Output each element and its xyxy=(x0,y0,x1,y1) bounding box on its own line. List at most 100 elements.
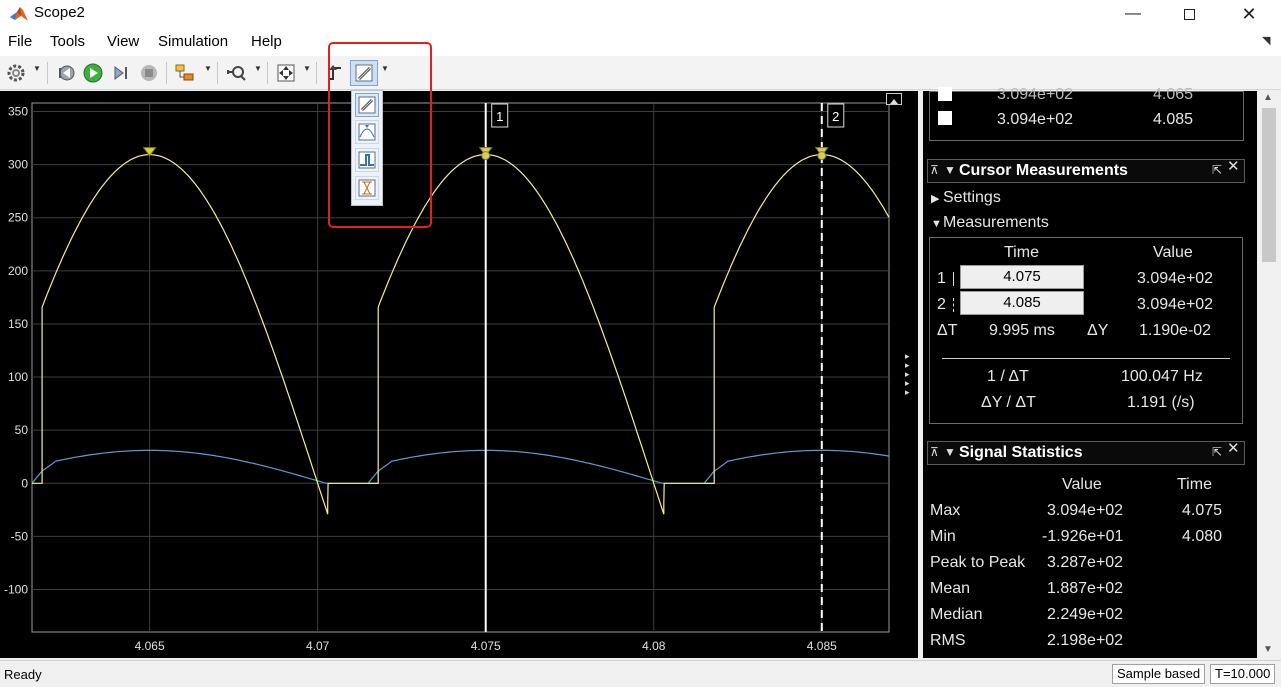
expand-panels-icon[interactable]: ▸ ▸ ▸ ▸ ▸ xyxy=(905,352,915,402)
cursor-2-time-field[interactable]: 4.085 xyxy=(960,291,1084,315)
y-tick-label: 350 xyxy=(8,104,28,118)
close-button[interactable]: ✕ xyxy=(1226,0,1272,28)
pin-icon[interactable]: ⊼ xyxy=(930,163,939,177)
scope-plot[interactable]: 350 300 250 200 150 100 50 0 -50 -100 4.065 4.07 4.… xyxy=(0,91,918,658)
legend-swatch xyxy=(938,87,952,101)
inverse-delta-t-label: 1 / ΔT xyxy=(987,368,1029,385)
cursor-1-line-icon xyxy=(953,272,954,286)
run-icon xyxy=(83,63,103,83)
scroll-down-icon[interactable]: ▼ xyxy=(1263,644,1273,655)
signal-selector-dropdown-icon[interactable]: ▼ xyxy=(204,64,212,73)
simulation-time-indicator: T=10.000 xyxy=(1210,664,1276,684)
stat-label: Peak to Peak xyxy=(930,554,1026,571)
step-back-icon xyxy=(59,65,75,81)
stat-label: Min xyxy=(930,528,956,545)
minimize-icon: — xyxy=(1125,5,1141,22)
cursor-1-time-field[interactable]: 4.075 xyxy=(960,265,1084,289)
x-tick-label: 4.075 xyxy=(471,639,501,653)
signal-selector-button[interactable] xyxy=(172,60,198,86)
collapse-panel-icon[interactable]: ▼ xyxy=(944,445,956,459)
x-tick-label: 4.07 xyxy=(306,639,330,653)
expand-settings-icon[interactable]: ▶ xyxy=(931,190,939,208)
measurements-section[interactable]: Measurements xyxy=(943,214,1049,232)
peak-list-frame xyxy=(929,91,1244,141)
peak-time: 4.085 xyxy=(1153,111,1194,128)
settings-section[interactable]: Settings xyxy=(943,189,1001,207)
cursor-label: 2 xyxy=(832,109,839,124)
status-text: Ready xyxy=(4,667,42,682)
x-tick-label: 4.08 xyxy=(642,639,666,653)
status-bar xyxy=(0,660,1281,687)
y-tick-label: 150 xyxy=(8,317,28,331)
undock-panel-icon[interactable]: ⇱ xyxy=(1212,163,1222,177)
series-line xyxy=(31,449,890,484)
configuration-dropdown-icon[interactable]: ▼ xyxy=(33,64,41,73)
toolbar-separator xyxy=(47,62,48,84)
stat-value: 2.198e+02 xyxy=(1047,632,1124,649)
y-tick-label: -50 xyxy=(11,529,29,543)
pin-icon[interactable]: ⊼ xyxy=(930,445,939,459)
peak-time: 4.065 xyxy=(1153,86,1194,103)
menu-tools[interactable]: Tools xyxy=(50,33,85,51)
configuration-button[interactable] xyxy=(4,60,28,86)
cursor-label: 1 xyxy=(496,109,503,124)
fit-to-view-button[interactable] xyxy=(274,60,298,86)
stop-button[interactable] xyxy=(137,60,161,86)
y-tick-label: 300 xyxy=(8,158,28,172)
menu-help[interactable]: Help xyxy=(251,33,282,51)
menu-file[interactable]: File xyxy=(8,33,32,51)
signal-selector-icon xyxy=(175,64,194,81)
fit-to-view-icon xyxy=(277,64,295,82)
maximize-button[interactable] xyxy=(1166,0,1212,28)
toolbar-separator xyxy=(267,62,268,84)
y-tick-label: 100 xyxy=(8,370,28,384)
highlight-box xyxy=(328,42,432,228)
cursor-1-label: 1 xyxy=(937,270,946,287)
undock-panel-icon[interactable]: ⇱ xyxy=(1212,445,1222,459)
matlab-logo-icon xyxy=(10,7,28,21)
fit-to-view-dropdown-icon[interactable]: ▼ xyxy=(303,64,311,73)
delta-t-value: 9.995 ms xyxy=(989,322,1055,339)
signal-statistics-title: Signal Statistics xyxy=(959,444,1083,461)
menu-simulation[interactable]: Simulation xyxy=(158,33,228,51)
close-panel-icon[interactable]: ✕ xyxy=(1227,441,1240,456)
maximize-icon xyxy=(1183,8,1195,20)
title-bar xyxy=(0,0,1281,28)
close-icon: ✕ xyxy=(1241,3,1257,24)
y-tick-label: 50 xyxy=(15,423,29,437)
menu-view[interactable]: View xyxy=(107,33,139,51)
y-tick-label: -100 xyxy=(4,583,28,597)
x-tick-label: 4.065 xyxy=(135,639,165,653)
collapse-toolstrip-icon[interactable]: ◥ xyxy=(1262,34,1270,47)
close-panel-icon[interactable]: ✕ xyxy=(1227,159,1240,174)
toolbar-separator xyxy=(217,62,218,84)
stat-label: Max xyxy=(930,502,961,519)
stat-value: 3.287e+02 xyxy=(1047,554,1124,571)
stop-icon xyxy=(141,65,157,81)
zoom-button[interactable] xyxy=(224,60,250,86)
y-tick-label: 200 xyxy=(8,264,28,278)
collapse-measurements-icon[interactable]: ▼ xyxy=(931,215,942,233)
minimize-button[interactable]: — xyxy=(1110,0,1156,28)
legend-swatch xyxy=(938,111,952,125)
inverse-delta-t-value: 100.047 Hz xyxy=(1121,368,1203,385)
delta-t-label: ΔT xyxy=(937,322,958,339)
step-forward-button[interactable] xyxy=(109,60,133,86)
zoom-icon xyxy=(227,66,246,81)
peak-value: 3.094e+02 xyxy=(997,86,1074,103)
scrollbar-thumb[interactable] xyxy=(1262,108,1276,262)
zoom-dropdown-icon[interactable]: ▼ xyxy=(254,64,262,73)
step-back-button[interactable] xyxy=(54,60,78,86)
gear-icon xyxy=(7,64,25,82)
collapse-panel-icon[interactable]: ▼ xyxy=(944,163,956,177)
run-button[interactable] xyxy=(81,60,105,86)
divider xyxy=(942,358,1230,359)
cursor-measurements-title: Cursor Measurements xyxy=(959,162,1128,179)
cursor-2-value: 3.094e+02 xyxy=(1137,296,1214,313)
undock-plot-icon[interactable] xyxy=(886,93,902,105)
step-forward-icon xyxy=(114,66,127,80)
cursor-1-value: 3.094e+02 xyxy=(1137,270,1214,287)
stat-value: 2.249e+02 xyxy=(1047,606,1124,623)
scroll-up-icon[interactable]: ▲ xyxy=(1263,92,1273,103)
y-tick-label: 0 xyxy=(21,476,28,490)
